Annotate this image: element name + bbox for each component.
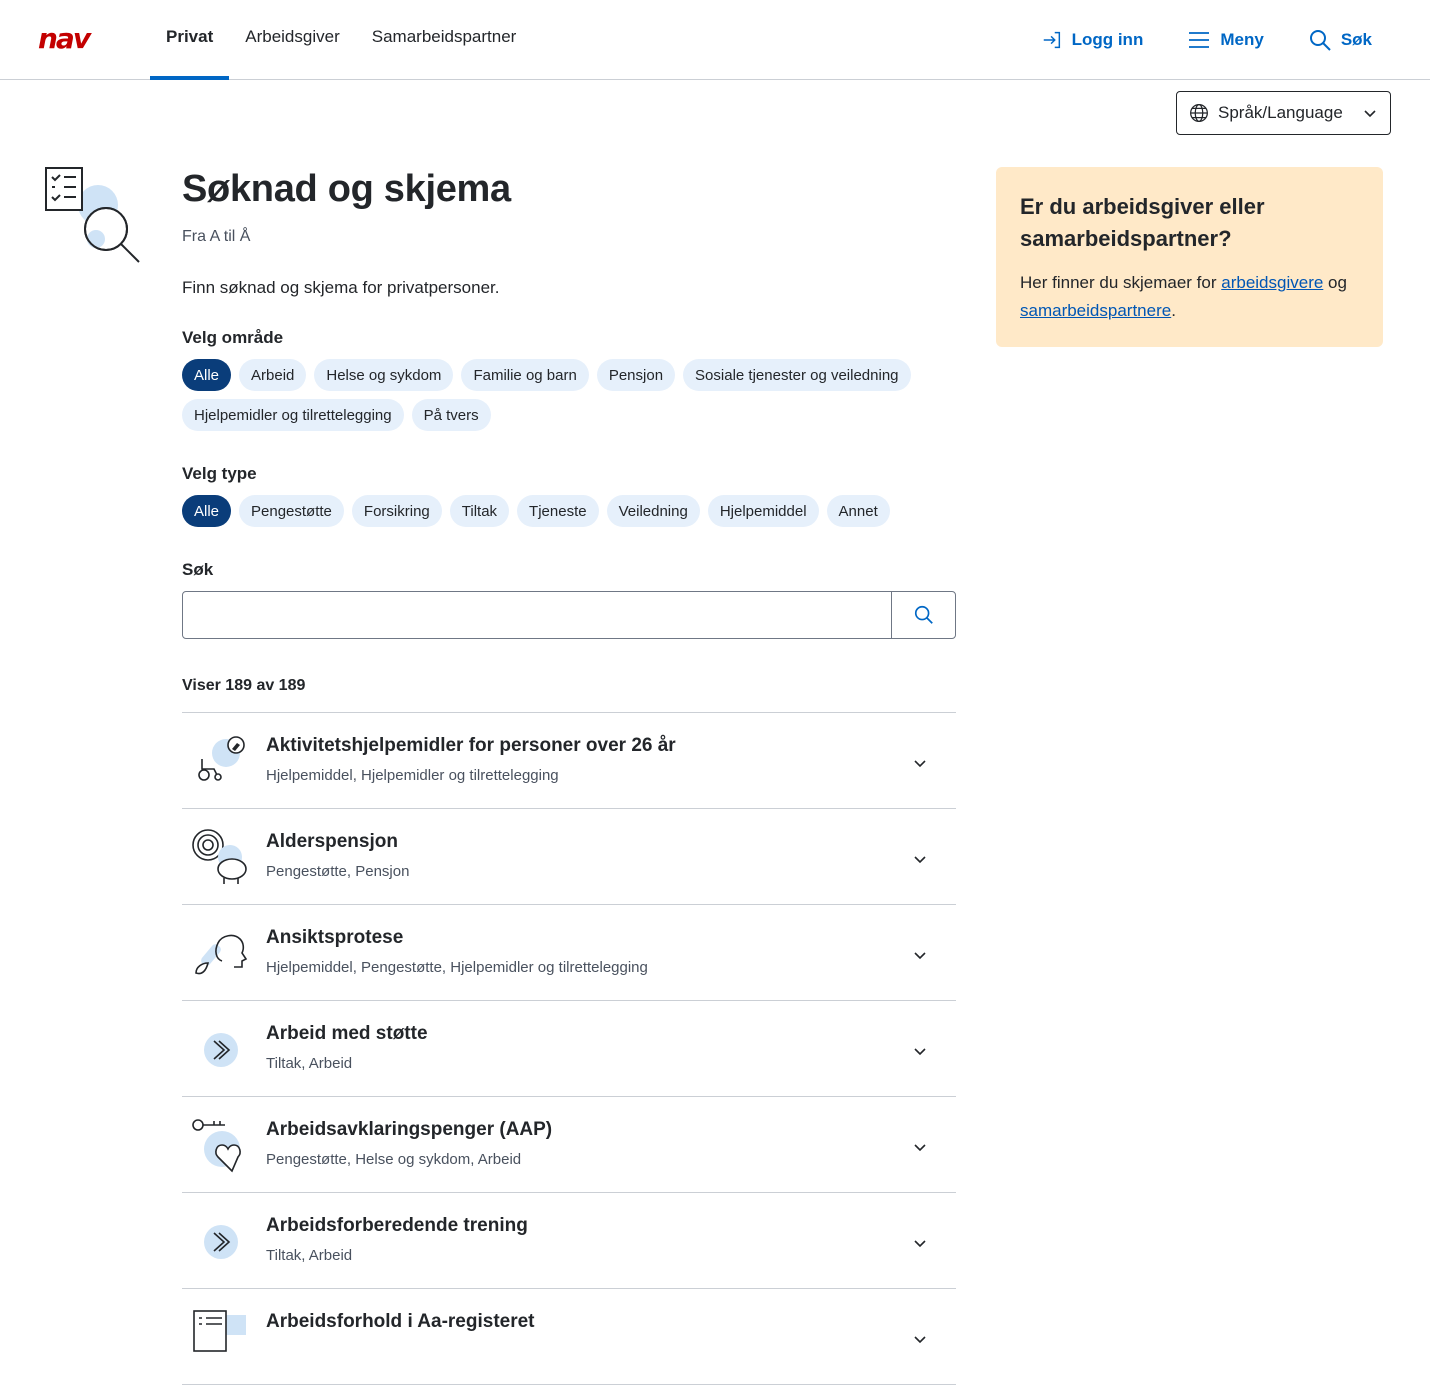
chevron-down-icon bbox=[914, 856, 926, 864]
area-chip-paa-tvers[interactable]: På tvers bbox=[411, 399, 491, 431]
area-chip-sosiale[interactable]: Sosiale tjenester og veiledning bbox=[683, 359, 911, 391]
hamburger-icon bbox=[1189, 31, 1210, 48]
chevron-circle-icon bbox=[204, 1225, 238, 1259]
chevron-down-icon bbox=[914, 1048, 926, 1056]
list-item[interactable]: Aktivitetshjelpemidler for personer over… bbox=[182, 713, 956, 809]
panel-text: Her finner du skjemaer for arbeidsgivere… bbox=[1020, 269, 1359, 325]
area-chip-hjelpemidler[interactable]: Hjelpemidler og tilrettelegging bbox=[182, 399, 404, 431]
piggybank-icon bbox=[192, 829, 247, 884]
item-title: Aktivitetshjelpemidler for personer over… bbox=[266, 735, 676, 756]
search-input[interactable] bbox=[183, 592, 891, 638]
area-chip-familie[interactable]: Familie og barn bbox=[461, 359, 589, 391]
list-item[interactable]: Arbeidsavklaringspenger (AAP) Pengestøtt… bbox=[182, 1097, 956, 1193]
chevron-down-icon bbox=[1364, 110, 1376, 118]
globe-icon bbox=[1190, 104, 1208, 122]
item-tags: Pengestøtte, Helse og sykdom, Arbeid bbox=[266, 1151, 522, 1168]
item-tags: Hjelpemiddel, Pengestøtte, Hjelpemidler … bbox=[266, 959, 648, 976]
type-chip-veiledning[interactable]: Veiledning bbox=[606, 495, 700, 527]
tab-privat[interactable]: Privat bbox=[150, 0, 230, 80]
chevron-down-icon bbox=[914, 952, 926, 960]
results-list: Aktivitetshjelpemidler for personer over… bbox=[182, 712, 956, 1385]
employer-info-panel: Er du arbeidsgiver eller samarbeidspartn… bbox=[996, 167, 1383, 347]
search-submit-button[interactable] bbox=[891, 592, 955, 638]
item-tags: Hjelpemiddel, Hjelpemidler og tilrettele… bbox=[266, 767, 559, 784]
area-chip-helse[interactable]: Helse og sykdom bbox=[314, 359, 454, 391]
site-header: nav Privat Arbeidsgiver Samarbeidspartne… bbox=[0, 0, 1430, 80]
tab-arbeidsgiver[interactable]: Arbeidsgiver bbox=[229, 0, 356, 79]
chevron-down-icon bbox=[914, 1336, 926, 1344]
menu-label: Meny bbox=[1220, 29, 1264, 49]
panel-text-end: . bbox=[1171, 301, 1176, 320]
menu-button[interactable]: Meny bbox=[1187, 29, 1264, 51]
chevron-down-icon bbox=[914, 1240, 926, 1248]
area-chip-arbeid[interactable]: Arbeid bbox=[239, 359, 307, 391]
item-tags: Tiltak, Arbeid bbox=[266, 1247, 353, 1264]
chevron-down-icon bbox=[914, 1144, 926, 1152]
item-title: Arbeidsforhold i Aa-registeret bbox=[266, 1311, 535, 1332]
area-chip-pensjon[interactable]: Pensjon bbox=[596, 359, 676, 391]
item-title: Arbeid med støtte bbox=[266, 1023, 428, 1044]
type-chip-hjelpemiddel[interactable]: Hjelpemiddel bbox=[707, 495, 819, 527]
page-subtitle: Fra A til Å bbox=[182, 228, 251, 245]
page-title: Søknad og skjema bbox=[182, 168, 511, 210]
search-icon bbox=[1309, 29, 1331, 51]
search-icon bbox=[914, 605, 933, 624]
nav-logo[interactable]: nav bbox=[38, 25, 91, 53]
login-button[interactable]: Logg inn bbox=[1041, 29, 1144, 51]
type-filter-chips: Alle Pengestøtte Forsikring Tiltak Tjene… bbox=[182, 495, 962, 527]
results-count: Viser 189 av 189 bbox=[182, 677, 306, 694]
item-title: Alderspensjon bbox=[266, 831, 398, 852]
list-item[interactable]: Ansiktsprotese Hjelpemiddel, Pengestøtte… bbox=[182, 905, 956, 1001]
list-item[interactable]: Arbeid med støtte Tiltak, Arbeid bbox=[182, 1001, 956, 1097]
item-title: Ansiktsprotese bbox=[266, 927, 404, 948]
list-item[interactable]: Arbeidsforberedende trening Tiltak, Arbe… bbox=[182, 1193, 956, 1289]
type-chip-tiltak[interactable]: Tiltak bbox=[449, 495, 510, 527]
panel-heading: Er du arbeidsgiver eller samarbeidspartn… bbox=[1020, 194, 1265, 251]
panel-text-start: Her finner du skjemaer for bbox=[1020, 273, 1222, 292]
list-item[interactable]: Alderspensjon Pengestøtte, Pensjon bbox=[182, 809, 956, 905]
area-filter-label: Velg område bbox=[182, 328, 284, 347]
type-chip-annet[interactable]: Annet bbox=[826, 495, 890, 527]
type-chip-pengestotte[interactable]: Pengestøtte bbox=[239, 495, 344, 527]
login-icon bbox=[1043, 31, 1060, 48]
login-label: Logg inn bbox=[1071, 29, 1144, 49]
area-chip-alle[interactable]: Alle bbox=[182, 359, 232, 391]
item-tags: Pengestøtte, Pensjon bbox=[266, 863, 410, 880]
document-list-icon bbox=[193, 1310, 246, 1352]
chevron-down-icon bbox=[914, 760, 926, 768]
tab-samarbeidspartner[interactable]: Samarbeidspartner bbox=[356, 0, 533, 79]
audience-tabs: Privat Arbeidsgiver Samarbeidspartner bbox=[150, 0, 533, 80]
item-title: Arbeidsforberedende trening bbox=[266, 1215, 528, 1236]
face-profile-icon bbox=[195, 934, 248, 975]
search-box bbox=[182, 591, 956, 639]
type-chip-tjeneste[interactable]: Tjeneste bbox=[517, 495, 599, 527]
form-search-icon bbox=[45, 167, 140, 263]
item-title: Arbeidsavklaringspenger (AAP) bbox=[266, 1119, 553, 1140]
language-label: Språk/Language bbox=[1218, 103, 1343, 122]
list-item[interactable]: Arbeidsforhold i Aa-registeret bbox=[182, 1289, 956, 1385]
header-actions: Logg inn Meny Søk bbox=[1041, 0, 1372, 79]
search-button[interactable]: Søk bbox=[1308, 28, 1372, 52]
language-select[interactable]: Språk/Language bbox=[1176, 91, 1391, 135]
type-chip-alle[interactable]: Alle bbox=[182, 495, 232, 527]
panel-text-middle: og bbox=[1323, 273, 1347, 292]
key-heart-icon bbox=[192, 1119, 241, 1173]
type-filter-label: Velg type bbox=[182, 464, 257, 483]
search-label: Søk bbox=[1340, 29, 1372, 49]
page-intro: Finn søknad og skjema for privatpersoner… bbox=[182, 278, 500, 297]
area-filter-chips: Alle Arbeid Helse og sykdom Familie og b… bbox=[182, 359, 962, 431]
chevron-circle-icon bbox=[204, 1033, 238, 1067]
search-field-label: Søk bbox=[182, 560, 214, 579]
wheelchair-compass-icon bbox=[198, 736, 245, 781]
employers-link[interactable]: arbeidsgivere bbox=[1221, 273, 1323, 292]
type-chip-forsikring[interactable]: Forsikring bbox=[351, 495, 442, 527]
item-tags: Tiltak, Arbeid bbox=[266, 1055, 353, 1072]
partners-link[interactable]: samarbeidspartnere bbox=[1020, 301, 1171, 320]
